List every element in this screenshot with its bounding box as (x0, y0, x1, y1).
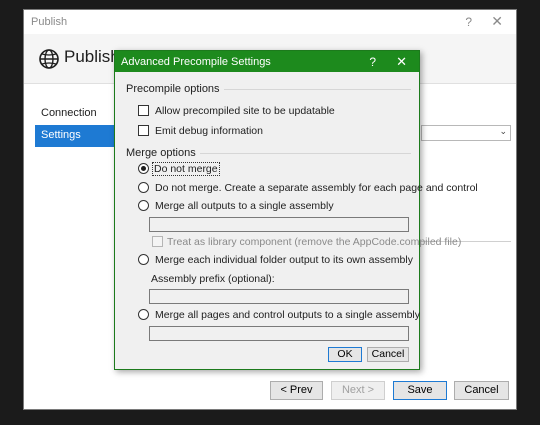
next-button[interactable]: Next > (331, 381, 385, 400)
updatable-label[interactable]: Allow precompiled site to be updatable (155, 105, 335, 117)
advanced-precompile-dialog: Advanced Precompile Settings ? ✕ Precomp… (114, 50, 478, 370)
radio-do-not-merge-label[interactable]: Do not merge (152, 162, 220, 176)
dialog-cancel-button[interactable]: Cancel (367, 347, 409, 362)
help-icon[interactable]: ? (465, 15, 472, 29)
ok-button[interactable]: OK (328, 347, 362, 362)
save-button[interactable]: Save (393, 381, 447, 400)
sidebar-item-connection[interactable]: Connection (35, 103, 116, 125)
page-title: Publish (64, 47, 120, 66)
dialog-title: Advanced Precompile Settings (121, 56, 271, 68)
radio-do-not-merge[interactable] (138, 163, 149, 174)
sidebar-item-settings[interactable]: Settings (35, 125, 116, 147)
globe-icon (39, 49, 59, 69)
dialog-titlebar: Advanced Precompile Settings ? ✕ (115, 51, 419, 72)
assembly-prefix-label: Assembly prefix (optional): (151, 273, 275, 285)
merge-options-label: Merge options (126, 147, 200, 159)
configuration-dropdown[interactable]: ⌄ (421, 125, 511, 141)
precompile-options-label: Precompile options (126, 83, 224, 95)
assembly-prefix-input[interactable] (149, 289, 409, 304)
publish-titlebar: Publish ? ✕ (24, 10, 516, 34)
debug-info-checkbox[interactable] (138, 125, 149, 136)
chevron-down-icon: ⌄ (499, 126, 507, 136)
library-component-label: Treat as library component (remove the A… (167, 236, 462, 248)
radio-single-assembly[interactable] (138, 200, 149, 211)
precompile-group-line (212, 89, 411, 90)
radio-single-assembly-label[interactable]: Merge all outputs to a single assembly (155, 200, 334, 212)
publish-window-title: Publish (31, 16, 68, 28)
radio-separate-assembly-label[interactable]: Do not merge. Create a separate assembly… (155, 182, 478, 194)
radio-folder-assembly-label[interactable]: Merge each individual folder output to i… (155, 254, 413, 266)
publish-sidebar: Connection Settings (24, 85, 116, 409)
single-assembly-name-input[interactable] (149, 217, 409, 232)
updatable-checkbox[interactable] (138, 105, 149, 116)
dialog-help-icon[interactable]: ? (369, 55, 376, 69)
pages-assembly-name-input[interactable] (149, 326, 409, 341)
prev-button[interactable]: < Prev (270, 381, 323, 400)
radio-pages-controls-assembly[interactable] (138, 309, 149, 320)
radio-separate-assembly[interactable] (138, 182, 149, 193)
dialog-close-icon[interactable]: ✕ (396, 54, 407, 70)
merge-group-line (187, 153, 411, 154)
library-component-checkbox[interactable] (152, 236, 163, 247)
radio-folder-assembly[interactable] (138, 254, 149, 265)
radio-pages-controls-assembly-label[interactable]: Merge all pages and control outputs to a… (155, 309, 420, 321)
close-icon[interactable]: ✕ (491, 13, 503, 30)
cancel-button[interactable]: Cancel (454, 381, 509, 400)
debug-info-label[interactable]: Emit debug information (155, 125, 263, 137)
